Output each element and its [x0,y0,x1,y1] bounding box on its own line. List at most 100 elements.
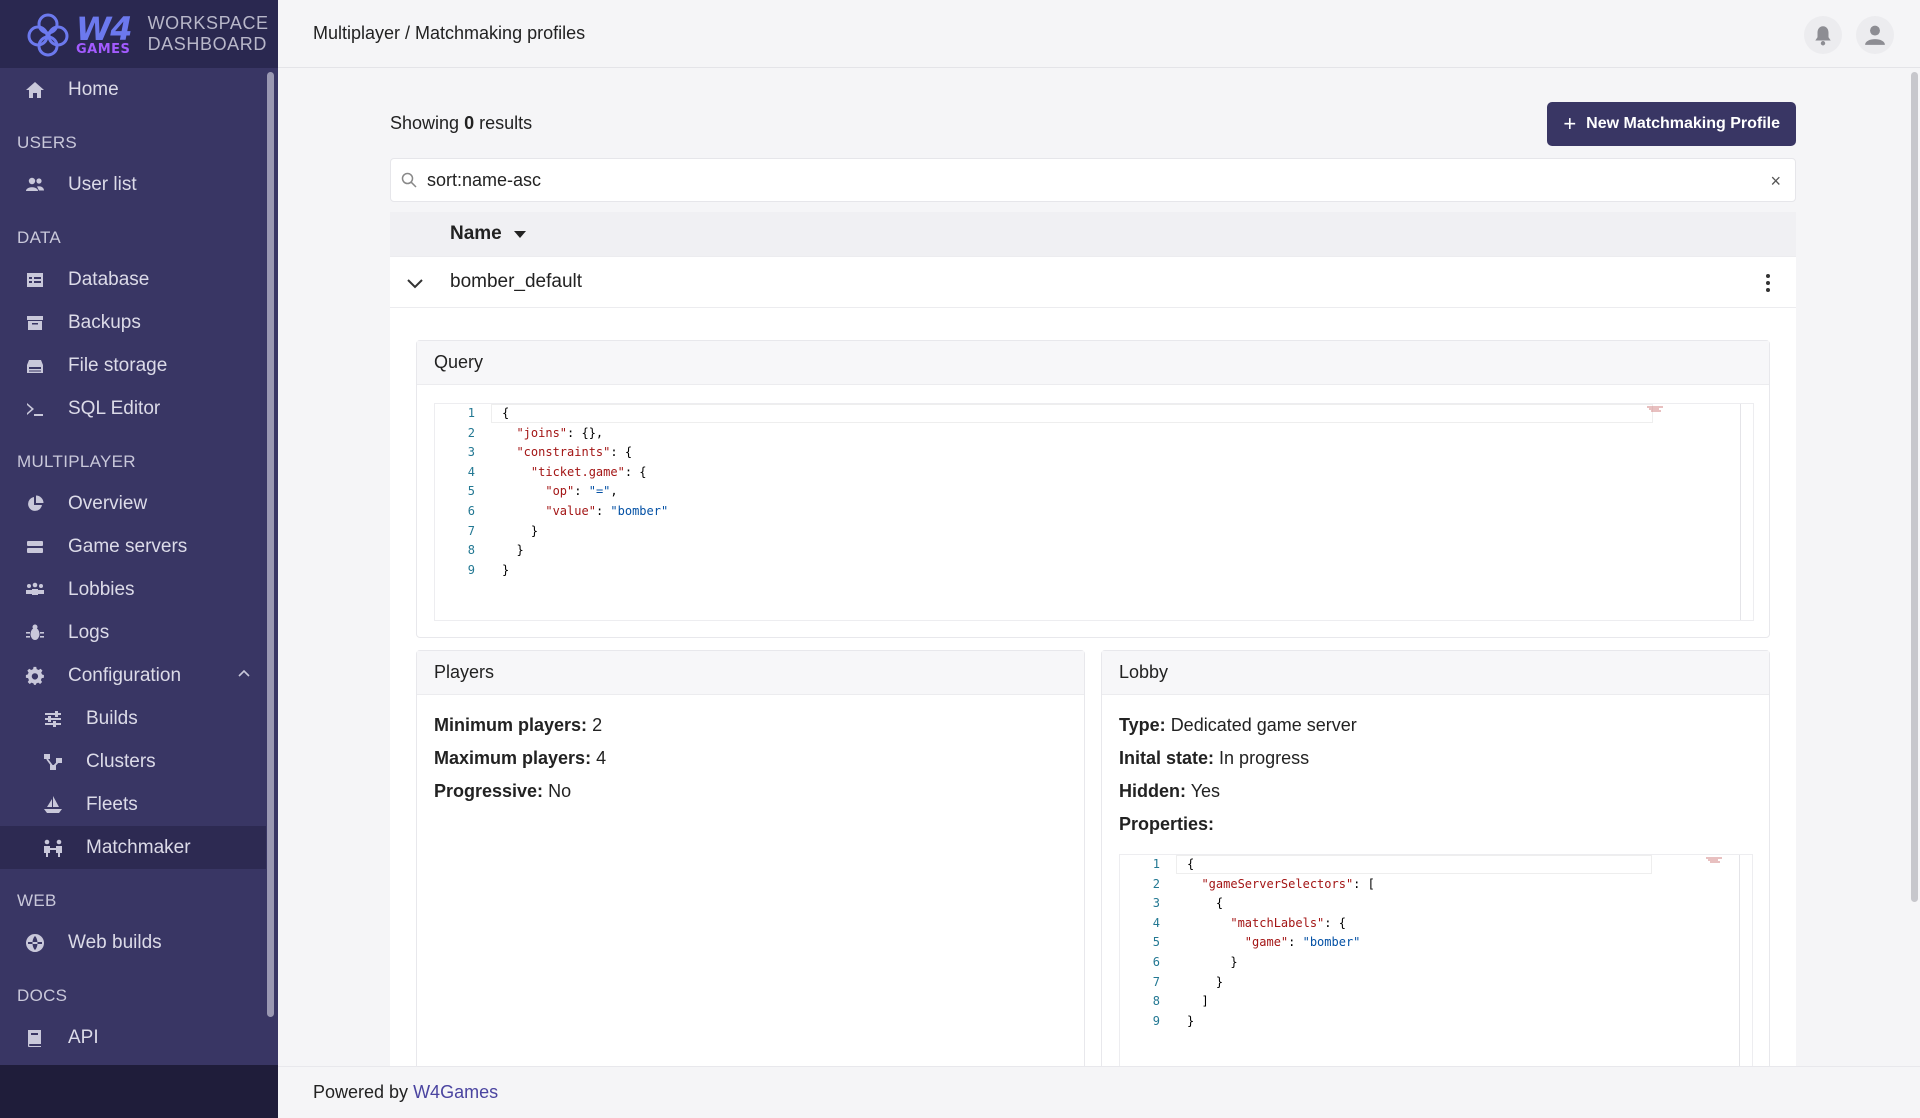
sidebar-item-matchmaker[interactable]: Matchmaker [0,826,266,869]
sidebar-item-clusters[interactable]: Clusters [0,740,278,783]
lobby-hidden: Hidden: Yes [1119,781,1221,801]
sidebar-item-lobbies[interactable]: Lobbies [0,568,278,611]
minimap-icon [1647,406,1663,412]
sidebar-item-user-list[interactable]: User list [0,163,278,206]
sidebar-item-file-storage[interactable]: File storage [0,344,278,387]
logo-brand-sub: GAMES [76,41,131,57]
sidebar-item-builds[interactable]: Builds [0,697,278,740]
clear-search-icon[interactable]: × [1770,171,1781,192]
users-icon [24,174,46,196]
user-icon [1865,25,1885,45]
table-row[interactable]: bomber_default [390,256,1796,308]
players-card-title: Players [417,651,1084,695]
sidebar: W4 GAMES WORKSPACE DASHBOARD Home USERS … [0,0,278,1118]
lobby-card: Lobby Type: Dedicated game server Inital… [1101,650,1770,1118]
lobby-properties-label: Properties: [1119,814,1215,834]
home-icon [24,79,46,101]
pie-chart-icon [24,493,46,515]
sidebar-item-label: Game servers [68,535,188,557]
bug-icon [24,622,46,644]
sidebar-item-fleets[interactable]: Fleets [0,783,278,826]
notifications-button[interactable] [1804,16,1842,54]
sidebar-item-backups[interactable]: Backups [0,301,278,344]
sidebar-item-api[interactable]: API [0,1016,278,1059]
account-button[interactable] [1856,16,1894,54]
sliders-icon [42,708,64,730]
sidebar-nav: Home USERS User list DATA Database Backu… [0,68,278,1065]
storage-icon [24,355,46,377]
progressive: Progressive: No [434,781,572,801]
top-bar: Multiplayer / Matchmaking profiles [278,0,1920,68]
query-card: Query 1{ 2 "joins": {}, 3 "constraints":… [416,340,1770,638]
logo-icon [24,10,72,58]
sidebar-item-label: Builds [86,707,138,729]
sort-caret-icon [513,230,526,238]
results-number: 0 [464,113,475,133]
lobby-type: Type: Dedicated game server [1119,715,1357,735]
gear-icon [24,665,46,687]
section-web: WEB [17,891,57,910]
bell-icon [1815,26,1831,46]
sidebar-item-label: User list [68,173,137,195]
sidebar-item-label: Lobbies [68,578,135,600]
query-code-editor[interactable]: 1{ 2 "joins": {}, 3 "constraints": { 4 "… [434,403,1754,621]
section-multiplayer: MULTIPLAYER [17,452,136,471]
lobby-card-title: Lobby [1102,651,1769,695]
server-icon [24,536,46,558]
max-players: Maximum players: 4 [434,748,607,768]
ship-icon [42,794,64,816]
min-players: Minimum players: 2 [434,715,603,735]
more-options-icon[interactable] [1766,274,1770,292]
globe-icon [24,932,46,954]
sidebar-item-label: Logs [68,621,110,643]
column-header-name[interactable]: Name [390,212,1796,256]
network-icon [42,751,64,773]
sidebar-item-label: Database [68,268,150,290]
people-group-icon [24,579,46,601]
sidebar-item-home[interactable]: Home [0,68,278,111]
sidebar-item-database[interactable]: Database [0,258,278,301]
search-input[interactable] [427,169,1727,191]
sidebar-footer [0,1065,278,1118]
sidebar-item-configuration[interactable]: Configuration [0,654,278,697]
section-users: USERS [17,133,78,152]
logo-brand: W4 [76,9,133,48]
logo-title-line2: DASHBOARD [147,34,267,54]
logo[interactable]: W4 GAMES WORKSPACE DASHBOARD [0,0,278,68]
sidebar-item-label: Home [68,78,119,100]
sidebar-item-game-servers[interactable]: Game servers [0,525,278,568]
sidebar-item-sql-editor[interactable]: SQL Editor [0,387,278,430]
main-scrollbar[interactable] [1911,72,1918,902]
book-icon [24,1027,46,1049]
query-card-title: Query [417,341,1769,385]
w4games-link[interactable]: W4Games [413,1082,498,1103]
expanded-details: Query 1{ 2 "joins": {}, 3 "constraints":… [390,308,1796,1118]
archive-icon [24,312,46,334]
sidebar-item-logs[interactable]: Logs [0,611,278,654]
matchmaker-icon [42,837,64,859]
properties-code-editor[interactable]: 1{ 2 "gameServerSelectors": [ 3 { 4 "mat… [1119,854,1753,1084]
logo-title-line1: WORKSPACE [147,13,269,33]
sidebar-item-label: Backups [68,311,141,333]
sidebar-scrollbar[interactable] [267,72,274,1017]
new-matchmaking-profile-button[interactable]: + New Matchmaking Profile [1547,102,1796,146]
plus-icon: + [1563,111,1577,136]
chevron-up-icon[interactable] [238,668,250,680]
players-card: Players Minimum players: 2 Maximum playe… [416,650,1085,1118]
search-icon [401,172,417,188]
profile-name: bomber_default [450,271,583,292]
chevron-down-icon[interactable] [406,274,424,292]
sidebar-item-label: Configuration [68,664,182,686]
sidebar-item-label: Clusters [86,750,156,772]
sidebar-item-label: File storage [68,354,168,376]
breadcrumb: Multiplayer / Matchmaking profiles [313,23,586,43]
search-bar: × [390,158,1796,202]
sidebar-item-overview[interactable]: Overview [0,482,278,525]
sidebar-item-label: SQL Editor [68,397,161,419]
sidebar-item-web-builds[interactable]: Web builds [0,921,278,964]
sidebar-item-label: Matchmaker [86,836,191,858]
sidebar-item-label: Fleets [86,793,138,815]
sidebar-item-label: Overview [68,492,148,514]
terminal-icon [24,398,46,420]
results-count: Showing 0 results [390,113,533,133]
